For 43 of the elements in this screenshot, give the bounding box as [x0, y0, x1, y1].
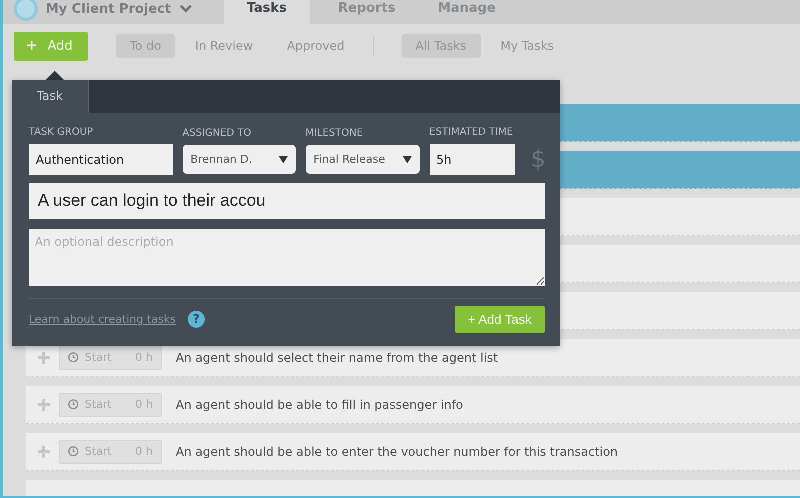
task-row[interactable]: Start 0 h An agent should be able to enter the voucher number for this transaction [26, 433, 800, 471]
field-label: MILESTONE [306, 128, 364, 139]
add-task-button[interactable]: + Add Task [455, 306, 545, 333]
dropdown-arrow-icon[interactable] [278, 156, 288, 164]
add-button[interactable]: + Add [14, 32, 88, 60]
project-name[interactable]: My Client Project [46, 2, 172, 16]
plus-icon[interactable] [38, 352, 50, 364]
start-button[interactable]: Start 0 h [59, 392, 162, 416]
plus-icon[interactable] [38, 398, 50, 410]
input-field[interactable]: Authentication [29, 144, 173, 175]
description-field[interactable]: An optional description [29, 229, 545, 286]
form-tab[interactable]: Task [12, 80, 89, 113]
help-icon[interactable]: ? [188, 311, 206, 328]
start-button[interactable]: Start 0 h [59, 440, 162, 464]
filter-tab[interactable]: Approved [273, 34, 359, 58]
help-link[interactable]: Learn about creating tasks [29, 313, 176, 326]
plus-icon[interactable] [38, 446, 50, 458]
dropdown[interactable]: Final Release [306, 145, 420, 174]
nav-tab[interactable]: Manage [424, 0, 510, 27]
task-title: An agent should select their name from the agent list [176, 350, 498, 364]
task-title: An agent should be able to enter the voucher number for this transaction [176, 444, 618, 458]
nav-tab[interactable]: Tasks [224, 0, 310, 27]
dropdown-arrow-icon[interactable] [402, 156, 412, 164]
field-label: ASSIGNED TO [182, 128, 253, 139]
filter-tab[interactable]: All Tasks [402, 34, 481, 58]
dropdown[interactable]: Brennan D. [182, 145, 296, 174]
filter-tab[interactable]: In Review [181, 34, 268, 58]
clock-icon [68, 352, 79, 363]
start-button[interactable]: Start 0 h [59, 346, 162, 370]
filter-tab[interactable]: To do [116, 34, 176, 58]
project-logo-icon [14, 0, 38, 21]
clock-icon [68, 399, 79, 410]
nav-tab[interactable]: Reports [324, 0, 410, 27]
dollar-icon[interactable]: $ [530, 145, 546, 173]
task-title: An agent should be able to fill in passenger info [176, 398, 464, 412]
task-row[interactable]: Start 0 h An agent should be able to fill in passenger info [26, 386, 800, 424]
clock-icon [68, 446, 79, 457]
field-label: ESTIMATED TIME [430, 127, 514, 138]
field-label: TASK GROUP [29, 127, 94, 138]
chevron-down-icon[interactable] [179, 4, 194, 14]
filter-tab[interactable]: My Tasks [486, 34, 568, 58]
task-title-field[interactable]: A user can login to their accou [29, 183, 545, 219]
input-field[interactable]: 5h [430, 144, 515, 175]
